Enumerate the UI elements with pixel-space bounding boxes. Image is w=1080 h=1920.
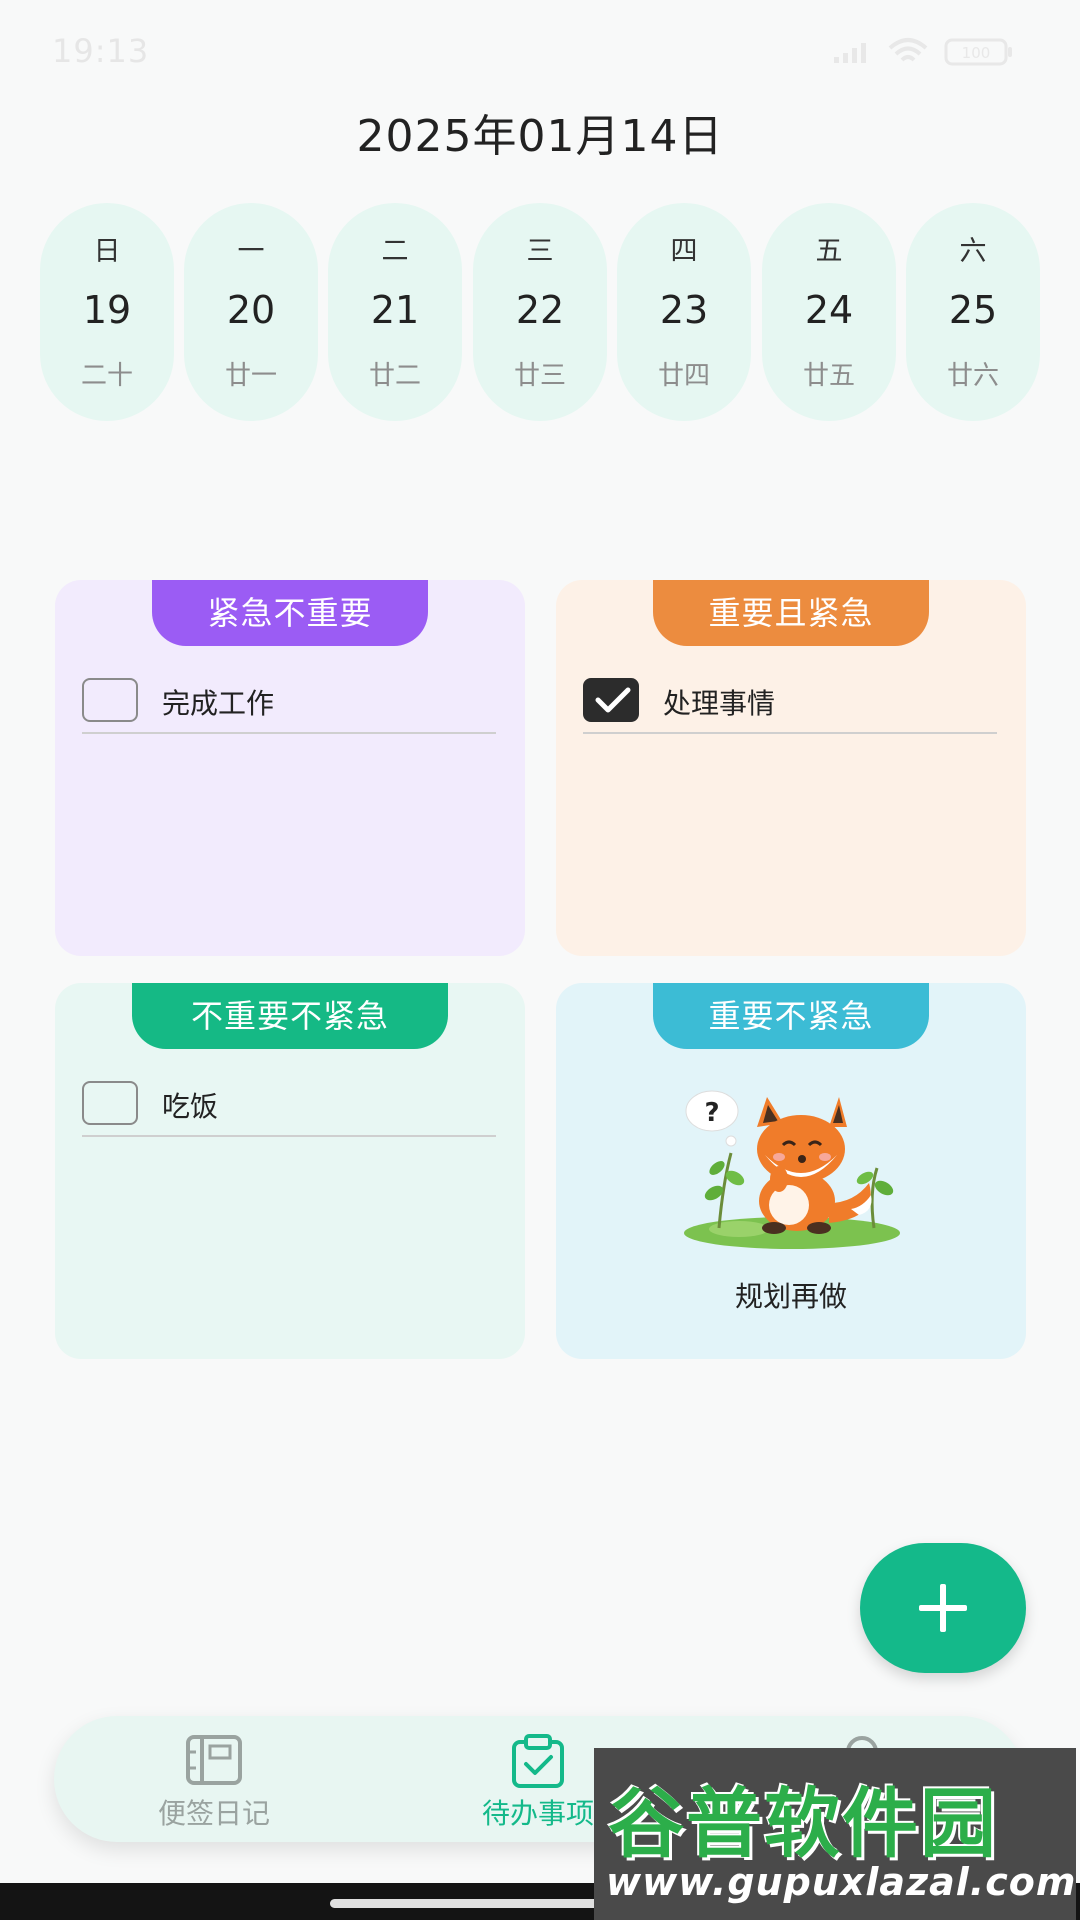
status-bar: 19:13 100	[0, 0, 1080, 100]
day-weekday: 六	[959, 236, 987, 267]
quadrant-label: 重要且紧急	[653, 580, 929, 646]
day-lunar: 廿一	[224, 361, 277, 391]
thinking-fox-illustration: ?	[684, 1090, 900, 1249]
day-lunar: 廿五	[802, 361, 855, 391]
day-lunar: 二十	[80, 361, 133, 391]
day-number: 21	[370, 288, 420, 332]
day-cell[interactable]: 日 19 二十	[40, 203, 174, 421]
day-cell[interactable]: 三 22 廿三	[473, 203, 607, 421]
watermark: 谷普软件园 www.gupuxlazal.com	[594, 1748, 1076, 1920]
app-screen: 19:13 100 2025年01月14日 日 19 二十 一 20 廿一 二 …	[0, 0, 1080, 1920]
watermark-text: 谷普软件园	[608, 1779, 998, 1868]
day-number: 19	[82, 288, 132, 332]
notebook-icon	[186, 1735, 242, 1785]
watermark-url: www.gupuxlazal.com	[606, 1860, 1077, 1904]
status-time: 19:13	[52, 32, 150, 70]
add-task-button[interactable]	[860, 1543, 1026, 1673]
svg-text:?: ?	[704, 1098, 719, 1128]
quadrant-not-important-not-urgent[interactable]: 不重要不紧急 吃饭	[55, 983, 525, 1359]
day-number: 23	[659, 288, 709, 332]
day-weekday: 二	[381, 236, 409, 267]
battery-icon: 100	[944, 38, 1012, 66]
quadrant-label: 紧急不重要	[152, 580, 428, 646]
empty-state-text: 规划再做	[734, 1280, 847, 1313]
svg-text:100: 100	[962, 44, 991, 62]
task-checkbox-checked[interactable]	[583, 678, 639, 722]
checkmark-icon	[595, 687, 631, 713]
day-lunar: 廿三	[513, 361, 566, 391]
status-icons: 100	[832, 36, 1014, 68]
task-row[interactable]: 完成工作	[82, 672, 496, 734]
day-number: 25	[948, 288, 998, 332]
task-text: 吃饭	[162, 1090, 219, 1123]
day-cell[interactable]: 四 23 廿四	[617, 203, 751, 421]
day-weekday: 三	[526, 236, 554, 267]
plus-icon	[919, 1584, 967, 1632]
day-cell[interactable]: 二 21 廿二	[328, 203, 462, 421]
quadrant-urgent-not-important[interactable]: 紧急不重要 完成工作	[55, 580, 525, 956]
day-weekday: 四	[670, 236, 698, 267]
quadrant-label: 不重要不紧急	[132, 983, 448, 1049]
day-lunar: 廿四	[657, 361, 710, 391]
day-lunar: 廿六	[946, 361, 999, 391]
quadrant-important-not-urgent[interactable]: 重要不紧急 ? 规划再做	[556, 983, 1026, 1359]
day-cell[interactable]: 六 25 廿六	[906, 203, 1040, 421]
task-checkbox[interactable]	[82, 678, 138, 722]
page-title[interactable]: 2025年01月14日	[0, 100, 1080, 164]
day-number: 20	[226, 288, 276, 332]
task-row[interactable]: 处理事情	[583, 672, 997, 734]
task-row[interactable]: 吃饭	[82, 1075, 496, 1137]
clipboard-check-icon	[512, 1734, 564, 1788]
task-text: 完成工作	[162, 687, 275, 720]
week-strip: 日 19 二十 一 20 廿一 二 21 廿二 三 22 廿三 四 23 廿四 …	[40, 203, 1040, 421]
day-weekday: 五	[815, 236, 843, 267]
task-text: 处理事情	[663, 687, 776, 720]
quadrant-important-urgent[interactable]: 重要且紧急 处理事情	[556, 580, 1026, 956]
day-number: 24	[804, 288, 854, 332]
nav-item-notes-diary[interactable]: 便签日记	[84, 1716, 344, 1842]
task-checkbox[interactable]	[82, 1081, 138, 1125]
signal-icon	[834, 43, 866, 63]
nav-label: 便签日记	[157, 1797, 270, 1830]
day-weekday: 日	[93, 236, 121, 267]
day-weekday: 一	[237, 236, 265, 267]
day-number: 22	[515, 288, 565, 332]
day-cell[interactable]: 五 24 廿五	[762, 203, 896, 421]
day-cell[interactable]: 一 20 廿一	[184, 203, 318, 421]
day-lunar: 廿二	[368, 361, 421, 391]
wifi-icon	[888, 38, 928, 62]
quadrant-label: 重要不紧急	[653, 983, 929, 1049]
